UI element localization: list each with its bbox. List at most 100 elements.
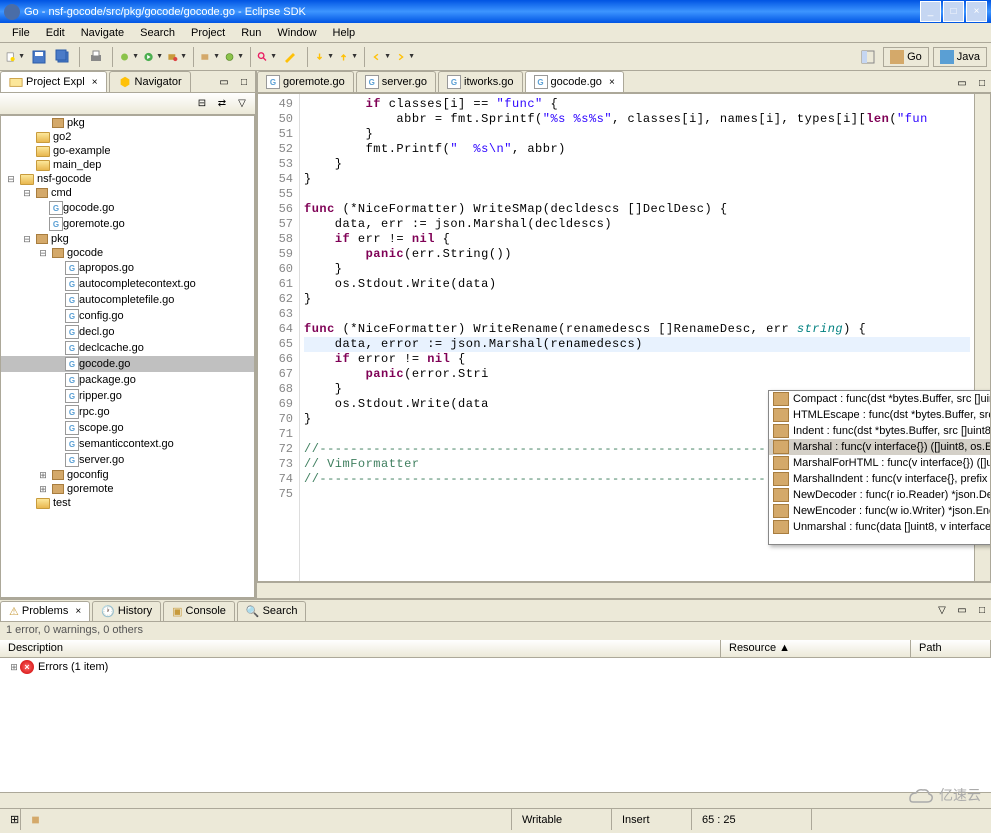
col-description[interactable]: Description bbox=[0, 640, 721, 657]
external-tools-button[interactable]: ▼ bbox=[166, 46, 188, 68]
tree-item[interactable]: ⊟pkg bbox=[1, 232, 254, 246]
autocomplete-item[interactable]: Unmarshal : func(data []uint8, v interfa… bbox=[769, 519, 991, 535]
tree-item[interactable]: Gautocompletecontext.go bbox=[1, 276, 254, 292]
tree-item[interactable]: Gconfig.go bbox=[1, 308, 254, 324]
bottom-tab-history[interactable]: 🕐History bbox=[92, 601, 161, 621]
editor-tab[interactable]: Ggoremote.go bbox=[257, 71, 354, 92]
minimize-editor-button[interactable]: ▭ bbox=[953, 74, 971, 92]
open-perspective-button[interactable] bbox=[857, 46, 879, 68]
autocomplete-item[interactable]: NewDecoder : func(r io.Reader) *json.Dec… bbox=[769, 487, 991, 503]
tree-toggle-icon[interactable]: ⊟ bbox=[21, 233, 33, 245]
tree-item[interactable]: Gdecl.go bbox=[1, 324, 254, 340]
go-perspective[interactable]: Go bbox=[883, 47, 929, 67]
tree-item[interactable]: Gdeclcache.go bbox=[1, 340, 254, 356]
tree-item[interactable]: go-example bbox=[1, 144, 254, 158]
search-button[interactable]: ▼ bbox=[256, 46, 278, 68]
navigator-tab[interactable]: Navigator bbox=[109, 71, 191, 92]
bottom-view-menu[interactable]: ▽ bbox=[933, 602, 951, 620]
col-path[interactable]: Path bbox=[911, 640, 991, 657]
new-package-button[interactable]: ▼ bbox=[199, 46, 221, 68]
tree-toggle-icon[interactable]: ⊞ bbox=[37, 483, 49, 495]
tree-item[interactable]: main_dep bbox=[1, 158, 254, 172]
menu-window[interactable]: Window bbox=[269, 25, 324, 41]
tree-item[interactable]: Ggocode.go bbox=[1, 356, 254, 372]
autocomplete-item[interactable]: NewEncoder : func(w io.Writer) *json.Enc… bbox=[769, 503, 991, 519]
close-tab-icon[interactable]: × bbox=[609, 77, 615, 88]
tree-item[interactable]: test bbox=[1, 496, 254, 510]
project-tree[interactable]: pkggo2go-examplemain_dep⊟nsf-gocode⊟cmdG… bbox=[0, 115, 255, 598]
debug-button[interactable]: ▼ bbox=[118, 46, 140, 68]
bottom-tab-console[interactable]: ▣Console bbox=[163, 601, 235, 621]
tree-toggle-icon[interactable]: ⊟ bbox=[5, 173, 17, 185]
close-tab-icon[interactable]: × bbox=[75, 606, 81, 617]
status-icon[interactable]: ⊞ bbox=[0, 809, 20, 830]
maximize-button[interactable]: □ bbox=[943, 1, 964, 22]
forward-button[interactable]: ▼ bbox=[394, 46, 416, 68]
editor-tab[interactable]: Gserver.go bbox=[356, 71, 436, 92]
save-all-button[interactable] bbox=[52, 46, 74, 68]
annotate-button[interactable] bbox=[280, 46, 302, 68]
project-explorer-tab[interactable]: Project Expl × bbox=[0, 71, 107, 92]
new-button[interactable]: ▼ bbox=[4, 46, 26, 68]
bottom-hscrollbar[interactable] bbox=[0, 792, 991, 808]
autocomplete-item[interactable]: MarshalIndent : func(v interface{}, pref… bbox=[769, 471, 991, 487]
minimize-button[interactable]: _ bbox=[920, 1, 941, 22]
maximize-editor-button[interactable]: □ bbox=[973, 74, 991, 92]
menu-run[interactable]: Run bbox=[233, 25, 269, 41]
tree-item[interactable]: ⊞goremote bbox=[1, 482, 254, 496]
tree-item[interactable]: Gautocompletefile.go bbox=[1, 292, 254, 308]
view-menu-button[interactable]: ▽ bbox=[233, 95, 251, 113]
maximize-bottom[interactable]: □ bbox=[973, 602, 991, 620]
errors-group-row[interactable]: ⊞ × Errors (1 item) bbox=[0, 658, 991, 676]
editor-tab[interactable]: Gitworks.go bbox=[438, 71, 523, 92]
tree-item[interactable]: Gapropos.go bbox=[1, 260, 254, 276]
problems-table-body[interactable]: ⊞ × Errors (1 item) bbox=[0, 658, 991, 792]
autocomplete-popup[interactable]: Compact : func(dst *bytes.Buffer, src []… bbox=[768, 390, 991, 545]
tree-item[interactable]: Ggoremote.go bbox=[1, 216, 254, 232]
tree-item[interactable]: Grpc.go bbox=[1, 404, 254, 420]
tree-toggle-icon[interactable]: ⊟ bbox=[37, 247, 49, 259]
autocomplete-item[interactable]: Compact : func(dst *bytes.Buffer, src []… bbox=[769, 391, 991, 407]
tree-item[interactable]: ⊟cmd bbox=[1, 186, 254, 200]
tree-item[interactable]: go2 bbox=[1, 130, 254, 144]
close-tab-icon[interactable]: × bbox=[92, 77, 98, 88]
expand-icon[interactable]: ⊞ bbox=[8, 661, 20, 673]
autocomplete-item[interactable]: HTMLEscape : func(dst *bytes.Buffer, src… bbox=[769, 407, 991, 423]
menu-project[interactable]: Project bbox=[183, 25, 233, 41]
close-button[interactable]: × bbox=[966, 1, 987, 22]
autocomplete-item[interactable]: MarshalForHTML : func(v interface{}) ([]… bbox=[769, 455, 991, 471]
menu-search[interactable]: Search bbox=[132, 25, 183, 41]
minimize-panel-button[interactable]: ▭ bbox=[215, 73, 233, 91]
editor-hscrollbar[interactable] bbox=[257, 582, 991, 598]
bottom-tab-search[interactable]: 🔍Search bbox=[237, 601, 307, 621]
minimize-bottom[interactable]: ▭ bbox=[953, 602, 971, 620]
tree-item[interactable]: ⊟gocode bbox=[1, 246, 254, 260]
tree-item[interactable]: Gpackage.go bbox=[1, 372, 254, 388]
prev-annotation-button[interactable]: ▼ bbox=[337, 46, 359, 68]
col-resource[interactable]: Resource ▲ bbox=[721, 640, 911, 657]
new-type-button[interactable]: ▼ bbox=[223, 46, 245, 68]
maximize-panel-button[interactable]: □ bbox=[235, 73, 253, 91]
tree-item[interactable]: Gscope.go bbox=[1, 420, 254, 436]
tree-item[interactable]: Ggocode.go bbox=[1, 200, 254, 216]
tree-toggle-icon[interactable]: ⊟ bbox=[21, 187, 33, 199]
bottom-tab-problems[interactable]: ⚠Problems× bbox=[0, 601, 90, 621]
autocomplete-item[interactable]: Marshal : func(v interface{}) ([]uint8, … bbox=[769, 439, 991, 455]
back-button[interactable]: ▼ bbox=[370, 46, 392, 68]
tree-item[interactable]: ⊞goconfig bbox=[1, 468, 254, 482]
save-button[interactable] bbox=[28, 46, 50, 68]
autocomplete-item[interactable]: Indent : func(dst *bytes.Buffer, src []u… bbox=[769, 423, 991, 439]
java-perspective[interactable]: Java bbox=[933, 47, 987, 67]
collapse-all-button[interactable]: ⊟ bbox=[193, 95, 211, 113]
code-editor[interactable]: 4950515253545556575859606162636465666768… bbox=[257, 93, 991, 582]
menu-file[interactable]: File bbox=[4, 25, 38, 41]
editor-tab[interactable]: Ggocode.go× bbox=[525, 71, 624, 92]
link-editor-button[interactable]: ⇄ bbox=[213, 95, 231, 113]
tree-toggle-icon[interactable]: ⊞ bbox=[37, 469, 49, 481]
progress-icon[interactable] bbox=[20, 809, 50, 830]
tree-item[interactable]: Gserver.go bbox=[1, 452, 254, 468]
tree-item[interactable]: ⊟nsf-gocode bbox=[1, 172, 254, 186]
tree-item[interactable]: Gsemanticcontext.go bbox=[1, 436, 254, 452]
menu-help[interactable]: Help bbox=[325, 25, 364, 41]
tree-item[interactable]: Gripper.go bbox=[1, 388, 254, 404]
